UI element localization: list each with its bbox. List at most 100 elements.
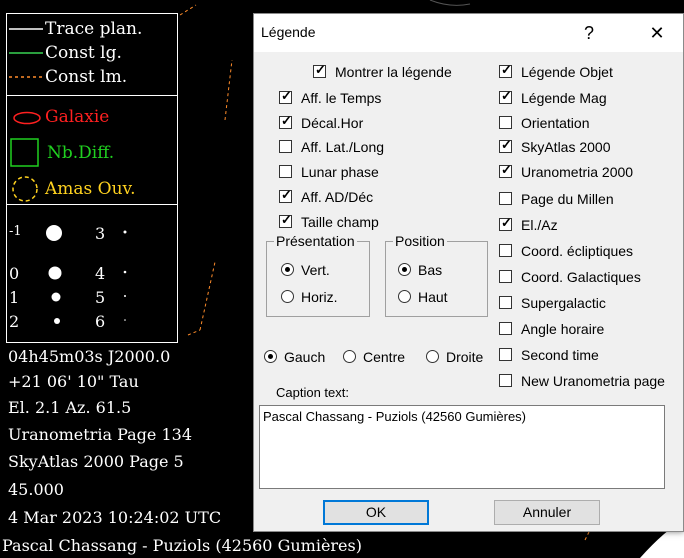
legend-nebula-label: Nb.Diff.: [47, 143, 115, 163]
info-elaz: El. 2.1 Az. 61.5: [8, 398, 132, 417]
check-label: Angle horaire: [521, 321, 605, 337]
mag-right-3: 5: [95, 288, 106, 307]
check-label: Aff. AD/Déc: [301, 189, 374, 205]
const-lg-line-icon: [9, 52, 43, 54]
legend-line-trace: Trace plan.: [7, 19, 177, 41]
checkbox-box[interactable]: [499, 192, 512, 205]
checkbox-box[interactable]: [499, 270, 512, 283]
radio-label: Horiz.: [301, 289, 338, 305]
check-label: Aff. Lat./Long: [301, 139, 385, 155]
radio-label: Droite: [446, 349, 484, 365]
star-dot-large: [46, 225, 62, 241]
check-label: Légende Objet: [521, 64, 613, 80]
radio-dot[interactable]: [264, 350, 277, 363]
checkbox-box[interactable]: [279, 140, 292, 153]
position-group: Position Bas Haut: [385, 233, 488, 317]
check-label: SkyAtlas 2000: [521, 139, 611, 155]
presentation-title: Présentation: [274, 233, 357, 249]
radio-dot[interactable]: [281, 263, 294, 276]
info-field: 45.000: [8, 480, 64, 499]
checkbox-box[interactable]: ✓: [499, 138, 512, 153]
close-button[interactable]: ✕: [636, 18, 678, 48]
check-icon: ✓: [281, 212, 292, 227]
checkbox-box[interactable]: [279, 165, 292, 178]
check-icon: ✓: [501, 162, 512, 177]
check-label: Second time: [521, 347, 599, 363]
checkbox-box[interactable]: [499, 296, 512, 309]
help-button[interactable]: ?: [568, 18, 610, 48]
legend-const-lg-label: Const lg.: [45, 43, 122, 63]
star-dot-small: [51, 292, 61, 302]
info-time: 4 Mar 2023 10:24:02 UTC: [8, 508, 222, 527]
legend-cluster-label: Amas Ouv.: [45, 179, 136, 199]
info-skyatlas: SkyAtlas 2000 Page 5: [8, 452, 184, 471]
legend-dialog: Légende ? ✕ ✓ Montrer la légende ✓ Aff. …: [253, 13, 684, 532]
star-dot-medium: [48, 266, 62, 280]
chart-legend: Trace plan. Const lg. Const lm. Galaxie …: [6, 13, 178, 343]
presentation-group: Présentation Vert. Horiz.: [266, 233, 370, 317]
legend-line-const-lm: Const lm.: [7, 67, 177, 89]
checkbox-box[interactable]: ✓: [279, 113, 292, 129]
checkbox-box[interactable]: ✓: [313, 63, 326, 78]
check-label: Supergalactic: [521, 295, 606, 311]
checkbox-box[interactable]: ✓: [499, 216, 512, 231]
check-label: El./Az: [521, 217, 558, 233]
mag-left-2: 0: [9, 264, 20, 283]
star-dot-tiny-4: [124, 319, 126, 321]
dialog-title: Légende: [261, 24, 316, 40]
cluster-circle-icon: [12, 176, 38, 202]
galaxy-ellipse-icon: [13, 111, 41, 125]
legend-divider: [7, 95, 177, 96]
legend-line-const-lg: Const lg.: [7, 43, 177, 65]
check-label: Aff. le Temps: [301, 90, 382, 106]
radio-label: Bas: [418, 262, 443, 278]
radio-selected-icon: [402, 267, 407, 272]
radio-dot[interactable]: [398, 290, 411, 303]
check-label: Coord. Galactiques: [521, 269, 641, 285]
trace-line-icon: [9, 28, 43, 30]
radio-dot[interactable]: [343, 350, 356, 363]
checkbox-box[interactable]: ✓: [279, 88, 292, 104]
radio-dot[interactable]: [426, 350, 439, 363]
mag-right-4: 6: [95, 312, 106, 331]
check-label: Décal.Hor: [301, 115, 364, 131]
check-icon: ✓: [281, 88, 292, 103]
checkbox-box[interactable]: [499, 348, 512, 361]
check-label: New Uranometria page: [521, 373, 665, 389]
check-icon: ✓: [281, 113, 292, 128]
check-label: Taille champ: [301, 214, 379, 230]
legend-cluster: Amas Ouv.: [7, 174, 177, 204]
legend-galaxy: Galaxie: [7, 107, 177, 129]
check-icon: ✓: [501, 88, 512, 103]
caption-text-label: Caption text:: [276, 385, 349, 400]
legend-const-lm-label: Const lm.: [45, 67, 128, 87]
check-label: Page du Millen: [521, 191, 614, 207]
caption-textarea[interactable]: Pascal Chassang - Puziols (42560 Gumière…: [259, 405, 665, 489]
legend-galaxy-label: Galaxie: [45, 107, 110, 127]
checkbox-box[interactable]: ✓: [279, 187, 292, 203]
radio-selected-icon: [268, 354, 273, 359]
checkbox-box[interactable]: ✓: [499, 162, 512, 178]
radio-dot[interactable]: [398, 263, 411, 276]
checkbox-box[interactable]: [499, 322, 512, 335]
legend-trace-label: Trace plan.: [45, 19, 143, 39]
cancel-button[interactable]: Annuler: [494, 500, 600, 525]
mag-left-3: 1: [9, 288, 20, 307]
const-lm-line-icon: [9, 76, 43, 78]
radio-dot[interactable]: [281, 290, 294, 303]
checkbox-box[interactable]: ✓: [279, 212, 292, 228]
mag-left-1: -1: [9, 224, 22, 239]
dialog-titlebar[interactable]: Légende ? ✕: [254, 14, 683, 52]
ok-button[interactable]: OK: [323, 500, 429, 525]
check-icon: ✓: [501, 62, 512, 77]
checkbox-box[interactable]: [499, 244, 512, 257]
check-label: Légende Mag: [521, 90, 607, 106]
check-label: Lunar phase: [301, 164, 379, 180]
checkbox-box[interactable]: ✓: [499, 88, 512, 104]
checkbox-box[interactable]: [499, 116, 512, 129]
radio-label: Centre: [363, 349, 406, 365]
show-legend-label: Montrer la légende: [335, 64, 452, 80]
checkbox-box[interactable]: ✓: [499, 62, 512, 78]
check-icon: ✓: [281, 187, 292, 202]
checkbox-box[interactable]: [499, 374, 512, 387]
